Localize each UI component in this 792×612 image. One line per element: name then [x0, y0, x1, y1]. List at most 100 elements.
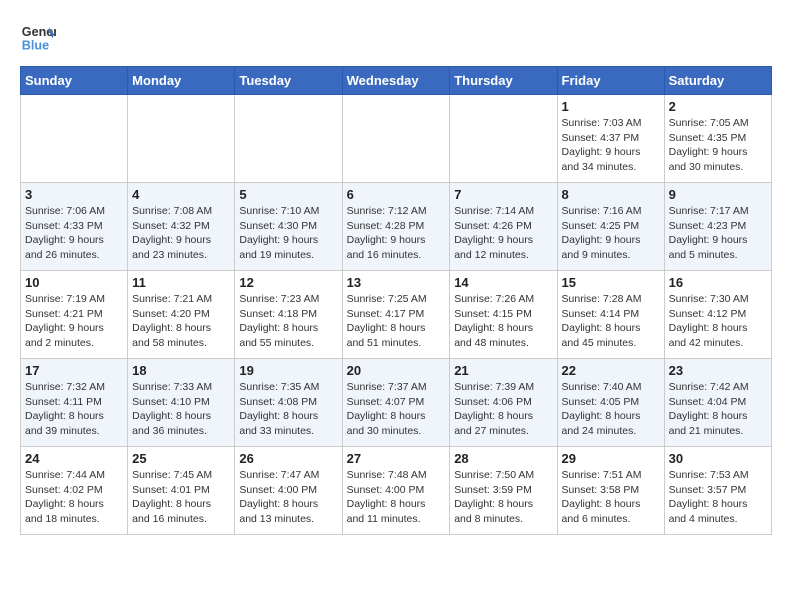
day-cell: 7Sunrise: 7:14 AMSunset: 4:26 PMDaylight… [450, 183, 557, 271]
day-info: Sunrise: 7:40 AMSunset: 4:05 PMDaylight:… [562, 380, 660, 439]
day-info: Sunrise: 7:26 AMSunset: 4:15 PMDaylight:… [454, 292, 552, 351]
day-number: 5 [239, 187, 337, 202]
day-cell [21, 95, 128, 183]
day-cell: 19 Sunrise: 7:35 AMSunset: 4:08 PMDayligh… [235, 359, 342, 447]
header-thursday: Thursday [450, 67, 557, 95]
day-cell: 21 Sunrise: 7:39 AMSunset: 4:06 PMDayligh… [450, 359, 557, 447]
day-cell: 1 Sunrise: 7:03 AMSunset: 4:37 PMDaylight… [557, 95, 664, 183]
day-cell [235, 95, 342, 183]
day-info: Sunrise: 7:47 AMSunset: 4:00 PMDaylight:… [239, 468, 337, 527]
day-number: 10 [25, 275, 123, 290]
day-number: 2 [669, 99, 767, 114]
day-info: Sunrise: 7:32 AMSunset: 4:11 PMDaylight:… [25, 380, 123, 439]
day-info: Sunrise: 7:48 AMSunset: 4:00 PMDaylight:… [347, 468, 446, 527]
day-number: 22 [562, 363, 660, 378]
calendar-table: SundayMondayTuesdayWednesdayThursdayFrid… [20, 66, 772, 535]
day-info: Sunrise: 7:39 AMSunset: 4:06 PMDaylight:… [454, 380, 552, 439]
day-number: 26 [239, 451, 337, 466]
calendar-header-row: SundayMondayTuesdayWednesdayThursdayFrid… [21, 67, 772, 95]
day-info: Sunrise: 7:44 AMSunset: 4:02 PMDaylight:… [25, 468, 123, 527]
day-info: Sunrise: 7:23 AMSunset: 4:18 PMDaylight:… [239, 292, 337, 351]
day-cell: 16 Sunrise: 7:30 AMSunset: 4:12 PMDayligh… [664, 271, 771, 359]
week-row-3: 17 Sunrise: 7:32 AMSunset: 4:11 PMDayligh… [21, 359, 772, 447]
day-cell: 5 Sunrise: 7:10 AMSunset: 4:30 PMDaylight… [235, 183, 342, 271]
day-number: 8 [562, 187, 660, 202]
header-friday: Friday [557, 67, 664, 95]
day-info: Sunrise: 7:53 AMSunset: 3:57 PMDaylight:… [669, 468, 767, 527]
day-info: Sunrise: 7:45 AMSunset: 4:01 PMDaylight:… [132, 468, 230, 527]
day-cell: 13 Sunrise: 7:25 AMSunset: 4:17 PMDayligh… [342, 271, 450, 359]
week-row-1: 3 Sunrise: 7:06 AMSunset: 4:33 PMDaylight… [21, 183, 772, 271]
day-info: Sunrise: 7:14 AMSunset: 4:26 PMDaylight:… [454, 204, 552, 263]
day-number: 4 [132, 187, 230, 202]
day-info: Sunrise: 7:35 AMSunset: 4:08 PMDaylight:… [239, 380, 337, 439]
day-info: Sunrise: 7:50 AMSunset: 3:59 PMDaylight:… [454, 468, 552, 527]
day-cell: 6 Sunrise: 7:12 AMSunset: 4:28 PMDaylight… [342, 183, 450, 271]
day-info: Sunrise: 7:16 AMSunset: 4:25 PMDaylight:… [562, 204, 660, 263]
day-number: 18 [132, 363, 230, 378]
day-cell: 15 Sunrise: 7:28 AMSunset: 4:14 PMDayligh… [557, 271, 664, 359]
page-header: General Blue [20, 20, 772, 56]
day-cell: 11 Sunrise: 7:21 AMSunset: 4:20 PMDayligh… [128, 271, 235, 359]
day-number: 11 [132, 275, 230, 290]
day-number: 16 [669, 275, 767, 290]
day-cell: 14 Sunrise: 7:26 AMSunset: 4:15 PMDayligh… [450, 271, 557, 359]
week-row-2: 10 Sunrise: 7:19 AMSunset: 4:21 PMDayligh… [21, 271, 772, 359]
day-number: 30 [669, 451, 767, 466]
day-info: Sunrise: 7:08 AMSunset: 4:32 PMDaylight:… [132, 204, 230, 263]
day-cell: 26 Sunrise: 7:47 AMSunset: 4:00 PMDayligh… [235, 447, 342, 535]
week-row-0: 1 Sunrise: 7:03 AMSunset: 4:37 PMDaylight… [21, 95, 772, 183]
day-info: Sunrise: 7:42 AMSunset: 4:04 PMDaylight:… [669, 380, 767, 439]
day-number: 6 [347, 187, 446, 202]
day-number: 1 [562, 99, 660, 114]
day-info: Sunrise: 7:21 AMSunset: 4:20 PMDaylight:… [132, 292, 230, 351]
day-number: 14 [454, 275, 552, 290]
day-cell: 3 Sunrise: 7:06 AMSunset: 4:33 PMDaylight… [21, 183, 128, 271]
day-cell [342, 95, 450, 183]
day-cell: 9 Sunrise: 7:17 AMSunset: 4:23 PMDaylight… [664, 183, 771, 271]
header-tuesday: Tuesday [235, 67, 342, 95]
day-number: 28 [454, 451, 552, 466]
day-number: 27 [347, 451, 446, 466]
day-info: Sunrise: 7:17 AMSunset: 4:23 PMDaylight:… [669, 204, 767, 263]
logo-icon: General Blue [20, 20, 56, 56]
day-info: Sunrise: 7:06 AMSunset: 4:33 PMDaylight:… [25, 204, 123, 263]
day-cell: 23 Sunrise: 7:42 AMSunset: 4:04 PMDayligh… [664, 359, 771, 447]
day-number: 24 [25, 451, 123, 466]
day-cell: 10 Sunrise: 7:19 AMSunset: 4:21 PMDayligh… [21, 271, 128, 359]
day-cell: 30 Sunrise: 7:53 AMSunset: 3:57 PMDayligh… [664, 447, 771, 535]
day-number: 21 [454, 363, 552, 378]
day-info: Sunrise: 7:30 AMSunset: 4:12 PMDaylight:… [669, 292, 767, 351]
day-number: 13 [347, 275, 446, 290]
day-cell: 12 Sunrise: 7:23 AMSunset: 4:18 PMDayligh… [235, 271, 342, 359]
day-cell: 25 Sunrise: 7:45 AMSunset: 4:01 PMDayligh… [128, 447, 235, 535]
header-wednesday: Wednesday [342, 67, 450, 95]
day-number: 9 [669, 187, 767, 202]
day-info: Sunrise: 7:25 AMSunset: 4:17 PMDaylight:… [347, 292, 446, 351]
day-number: 25 [132, 451, 230, 466]
day-info: Sunrise: 7:51 AMSunset: 3:58 PMDaylight:… [562, 468, 660, 527]
day-cell: 27 Sunrise: 7:48 AMSunset: 4:00 PMDayligh… [342, 447, 450, 535]
day-info: Sunrise: 7:10 AMSunset: 4:30 PMDaylight:… [239, 204, 337, 263]
header-saturday: Saturday [664, 67, 771, 95]
day-cell: 20Sunrise: 7:37 AMSunset: 4:07 PMDayligh… [342, 359, 450, 447]
day-number: 12 [239, 275, 337, 290]
day-number: 3 [25, 187, 123, 202]
day-info: Sunrise: 7:03 AMSunset: 4:37 PMDaylight:… [562, 116, 660, 175]
day-info: Sunrise: 7:28 AMSunset: 4:14 PMDaylight:… [562, 292, 660, 351]
day-cell: 18Sunrise: 7:33 AMSunset: 4:10 PMDayligh… [128, 359, 235, 447]
day-cell: 2 Sunrise: 7:05 AMSunset: 4:35 PMDaylight… [664, 95, 771, 183]
day-number: 23 [669, 363, 767, 378]
day-cell [128, 95, 235, 183]
day-info: Sunrise: 7:12 AMSunset: 4:28 PMDaylight:… [347, 204, 446, 263]
header-sunday: Sunday [21, 67, 128, 95]
day-cell: 4 Sunrise: 7:08 AMSunset: 4:32 PMDaylight… [128, 183, 235, 271]
day-cell [450, 95, 557, 183]
day-info: Sunrise: 7:37 AMSunset: 4:07 PMDaylight:… [347, 380, 446, 439]
day-info: Sunrise: 7:05 AMSunset: 4:35 PMDaylight:… [669, 116, 767, 175]
day-info: Sunrise: 7:19 AMSunset: 4:21 PMDaylight:… [25, 292, 123, 351]
day-number: 17 [25, 363, 123, 378]
week-row-4: 24 Sunrise: 7:44 AMSunset: 4:02 PMDayligh… [21, 447, 772, 535]
day-number: 19 [239, 363, 337, 378]
day-number: 15 [562, 275, 660, 290]
